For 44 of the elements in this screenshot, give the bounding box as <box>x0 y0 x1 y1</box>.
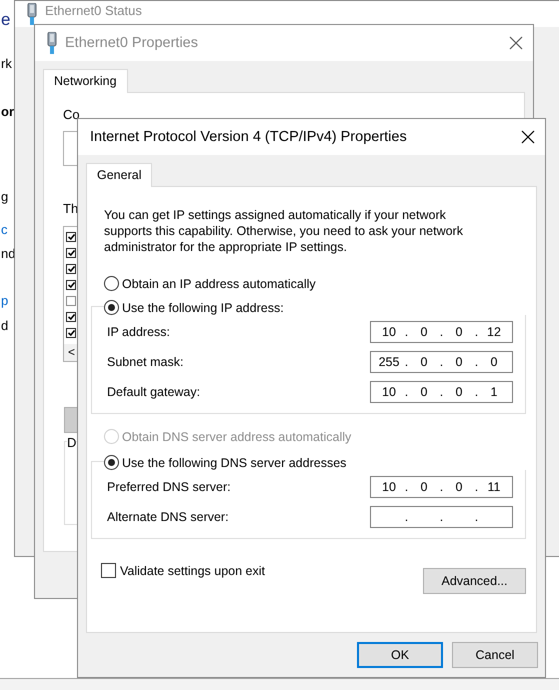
ok-button[interactable]: OK <box>357 642 443 668</box>
window-title: Ethernet0 Status <box>45 3 143 18</box>
component-list[interactable]: < <box>63 226 77 362</box>
tab[interactable]: Networking <box>43 69 128 93</box>
radio-option[interactable]: Use the following IP address: <box>104 300 524 315</box>
window-title: Ethernet0 Properties <box>65 35 199 51</box>
network-plug-icon <box>27 3 37 25</box>
text-fragment: d <box>1 318 8 333</box>
window-title: Internet Protocol Version 4 (TCP/IPv4) Properties <box>90 129 408 145</box>
field-label: Preferred DNS server: <box>107 480 231 494</box>
field-label: Co <box>63 107 80 122</box>
checkbox[interactable] <box>66 328 76 338</box>
checkbox[interactable] <box>66 312 76 322</box>
text-fragment: e <box>1 10 10 30</box>
ip-address-field[interactable]: 255 . 0 . 0 . 0 <box>370 351 513 373</box>
group-label: D <box>67 435 76 450</box>
radio-option[interactable]: Obtain an IP address automatically <box>104 276 526 291</box>
field-label: Default gateway: <box>107 385 200 399</box>
validate-checkbox[interactable]: Validate settings upon exit <box>101 563 266 578</box>
intro-text: You can get IP settings assigned automatically if your network supports this capability. Otherwise, you need to ask your network administrator for the appropriate IP settings. <box>103 207 464 255</box>
tab[interactable]: General <box>86 163 152 187</box>
checkbox[interactable] <box>66 264 76 274</box>
ip-address-field[interactable]: 10 . 0 . 0 . 11 <box>370 476 513 498</box>
link-fragment[interactable]: c <box>1 222 8 237</box>
text-fragment: or <box>1 104 14 119</box>
field-label: Alternate DNS server: <box>107 510 229 524</box>
ip-address-field[interactable]: . . . <box>370 506 513 528</box>
close-icon[interactable] <box>521 130 535 144</box>
text-fragment: g <box>1 189 8 204</box>
advanced-button[interactable]: Advanced... <box>423 568 526 594</box>
radio-option[interactable]: Use the following DNS server addresses <box>104 455 524 470</box>
checkbox[interactable] <box>66 248 76 258</box>
close-icon[interactable] <box>509 36 523 50</box>
ip-address-field[interactable]: 10 . 0 . 0 . 1 <box>370 381 513 403</box>
checkbox[interactable] <box>66 232 76 242</box>
checkbox[interactable] <box>66 280 76 290</box>
field-label: Subnet mask: <box>107 355 184 369</box>
checkbox[interactable] <box>66 296 76 306</box>
ip-address-field[interactable]: 10 . 0 . 0 . 12 <box>370 321 513 343</box>
link-fragment[interactable]: p <box>1 293 8 308</box>
network-plug-icon <box>47 32 57 54</box>
field-label: IP address: <box>107 325 170 339</box>
cancel-button[interactable]: Cancel <box>452 642 538 668</box>
text-fragment: rk <box>1 56 12 71</box>
